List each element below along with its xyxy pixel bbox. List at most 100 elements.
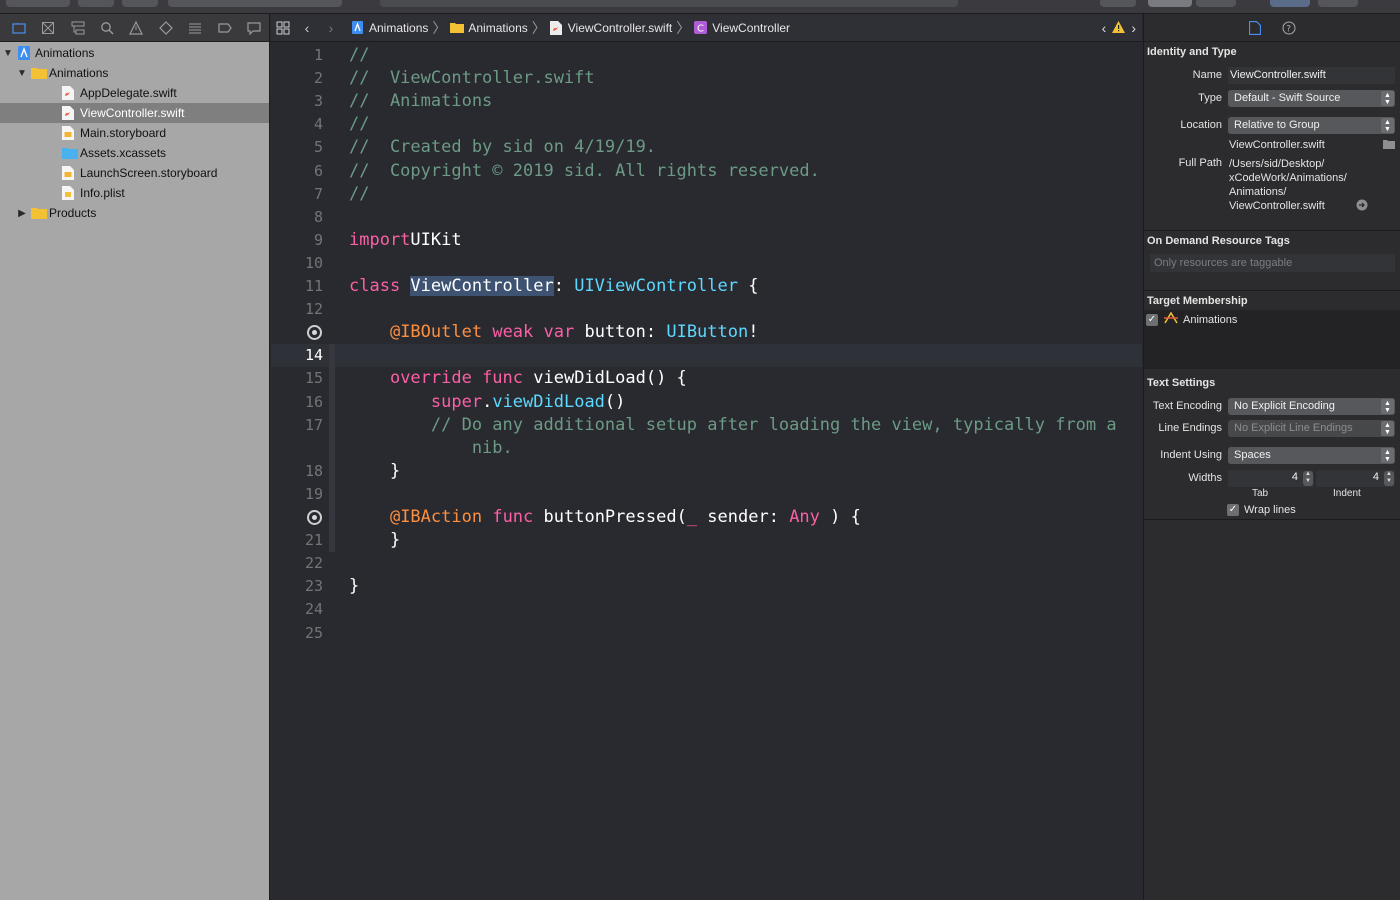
code-line[interactable]: 7 // <box>271 183 1142 206</box>
line-number[interactable]: 9 <box>271 229 323 252</box>
outlet-connection-icon[interactable] <box>307 510 322 525</box>
forward-arrow-icon[interactable]: › <box>319 14 343 42</box>
stop-button[interactable] <box>122 0 158 7</box>
code-line[interactable]: 25 <box>271 622 1142 645</box>
line-number[interactable]: 11 <box>271 275 323 298</box>
report-icon[interactable] <box>240 14 269 42</box>
wrap-lines-option[interactable]: ✓ Wrap lines <box>1227 504 1296 516</box>
disclosure-open-icon[interactable]: ▼ <box>2 47 14 59</box>
outlet-connection-icon[interactable] <box>307 325 322 341</box>
indent-width-stepper[interactable]: 4 ▲ ▼ <box>1316 470 1395 487</box>
line-number[interactable]: 16 <box>271 391 323 414</box>
breadcrumb-project[interactable]: Animations 〉 <box>351 18 446 38</box>
tree-item[interactable]: ▶ Products <box>0 203 269 223</box>
back-arrow-icon[interactable]: ‹ <box>295 14 319 42</box>
encoding-popup[interactable]: No Explicit Encoding ▲ ▼ <box>1228 398 1395 415</box>
code-line[interactable]: 2 // ViewController.swift <box>271 67 1142 90</box>
debug-toggle[interactable] <box>1270 0 1310 7</box>
breadcrumb-file[interactable]: ViewController.swift 〉 <box>549 18 690 38</box>
line-number[interactable]: 5 <box>271 136 323 159</box>
code-line[interactable]: 9 importUIKit <box>271 229 1142 252</box>
file-inspector-icon[interactable] <box>1247 20 1263 36</box>
run-button[interactable] <box>78 0 114 7</box>
stepper-arrows-icon[interactable]: ▲ ▼ <box>1384 471 1394 486</box>
navigator-toggle[interactable] <box>1148 0 1192 7</box>
code-line[interactable]: 21 } <box>271 529 1142 552</box>
test-icon[interactable] <box>151 14 180 42</box>
tree-item[interactable]: Assets.xcassets <box>0 143 269 163</box>
hierarchy-icon[interactable] <box>63 14 92 42</box>
next-issue-icon[interactable]: › <box>1131 20 1136 36</box>
membership-row[interactable]: ✓ Animations <box>1146 311 1237 327</box>
stepper-arrows-icon[interactable]: ▲ ▼ <box>1303 471 1313 486</box>
line-number[interactable]: 25 <box>271 622 323 645</box>
folder-icon[interactable] <box>4 14 33 42</box>
line-number[interactable]: 19 <box>271 483 323 506</box>
line-number[interactable]: 15 <box>271 367 323 390</box>
code-line[interactable]: 16 super.viewDidLoad() <box>271 391 1142 414</box>
code-line[interactable]: 10 <box>271 252 1142 275</box>
code-line[interactable]: 3 // Animations <box>271 90 1142 113</box>
line-number[interactable]: 1 <box>271 44 323 67</box>
code-line[interactable]: 14 <box>271 344 1142 368</box>
indent-using-popup[interactable]: Spaces ▲ ▼ <box>1228 447 1395 464</box>
code-line[interactable]: 11 class ViewController: UIViewController… <box>271 275 1142 298</box>
line-number[interactable]: 10 <box>271 252 323 275</box>
disclosure-open-icon[interactable]: ▼ <box>16 67 28 79</box>
code-line[interactable]: 22 <box>271 552 1142 575</box>
target-checkbox[interactable]: ✓ <box>1146 313 1158 326</box>
line-number[interactable]: 18 <box>271 460 323 483</box>
tree-item[interactable]: Main.storyboard <box>0 123 269 143</box>
code-line[interactable]: 23} <box>271 575 1142 598</box>
line-number[interactable]: 22 <box>271 552 323 575</box>
line-number[interactable]: 4 <box>271 113 323 136</box>
code-fold-ribbon[interactable] <box>329 344 335 483</box>
code-line[interactable]: 8 <box>271 206 1142 229</box>
scheme-selector[interactable] <box>168 0 342 7</box>
editor-mode[interactable] <box>1196 0 1236 7</box>
code-line[interactable]: 4 // <box>271 113 1142 136</box>
line-number[interactable]: 2 <box>271 67 323 90</box>
tree-item[interactable]: ViewController.swift <box>0 103 269 123</box>
warning-icon[interactable] <box>122 14 151 42</box>
code-line[interactable]: 19 <box>271 483 1142 506</box>
tree-item[interactable]: ▼ Animations <box>0 43 269 63</box>
line-number[interactable]: 21 <box>271 529 323 552</box>
code-line[interactable]: 13 @IBOutlet weak var button: UIButton! <box>271 321 1142 344</box>
library-button[interactable] <box>1100 0 1136 7</box>
location-popup[interactable]: Relative to Group ▲ ▼ <box>1228 117 1395 134</box>
line-number[interactable]: 12 <box>271 298 323 321</box>
breadcrumb-symbol[interactable]: C ViewController <box>694 21 790 35</box>
tree-item[interactable]: ▼ Animations <box>0 63 269 83</box>
line-number[interactable]: 17 <box>271 414 323 437</box>
line-number[interactable]: 7 <box>271 183 323 206</box>
line-number[interactable]: 14 <box>271 344 323 367</box>
line-number[interactable]: 3 <box>271 90 323 113</box>
previous-issue-icon[interactable]: ‹ <box>1102 20 1107 36</box>
code-area[interactable]: 1 // 2 // ViewController.swift 3 // Animation… <box>271 43 1142 900</box>
related-items-icon[interactable] <box>271 14 295 42</box>
code-fold-ribbon[interactable] <box>329 482 335 553</box>
source-control-icon[interactable] <box>33 14 62 42</box>
line-number[interactable]: 6 <box>271 160 323 183</box>
code-line[interactable]: nib. <box>271 437 1142 460</box>
help-icon[interactable]: ? <box>1281 20 1297 36</box>
tab-width-stepper[interactable]: 4 ▲ ▼ <box>1228 470 1314 487</box>
code-line[interactable]: 6 // Copyright © 2019 sid. All rights res… <box>271 160 1142 183</box>
breadcrumb-group[interactable]: Animations 〉 <box>450 18 546 38</box>
breakpoint-icon[interactable] <box>210 14 239 42</box>
code-line[interactable]: 18 } <box>271 460 1142 483</box>
wrap-lines-checkbox[interactable]: ✓ <box>1227 504 1239 516</box>
code-line[interactable]: 17 // Do any additional setup after load… <box>271 414 1142 437</box>
code-line[interactable]: 5 // Created by sid on 4/19/19. <box>271 136 1142 159</box>
folder-icon[interactable] <box>1383 139 1395 152</box>
name-field[interactable]: ViewController.swift <box>1228 67 1395 84</box>
tree-item[interactable]: Info.plist <box>0 183 269 203</box>
type-popup[interactable]: Default - Swift Source ▲ ▼ <box>1228 90 1395 107</box>
disclosure-closed-icon[interactable]: ▶ <box>16 207 28 219</box>
reveal-in-finder-icon[interactable] <box>1356 199 1368 214</box>
debug-icon[interactable] <box>181 14 210 42</box>
code-line[interactable]: 20 @IBAction func buttonPressed(_ sender… <box>271 506 1142 529</box>
line-number[interactable]: 23 <box>271 575 323 598</box>
tags-field[interactable]: Only resources are taggable <box>1150 254 1395 272</box>
